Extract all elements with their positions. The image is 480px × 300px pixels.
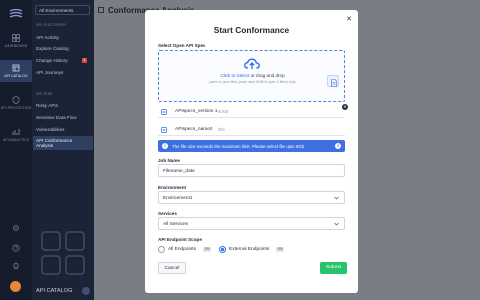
sidebar-footer-title: API CATALOG — [36, 288, 73, 294]
all-endpoints-radio[interactable] — [158, 246, 165, 253]
rail-item-dashboard[interactable]: DASHBOARD — [0, 34, 32, 48]
logo-icon — [9, 9, 23, 18]
environment-label: Environment — [158, 185, 187, 190]
scope-label: API Endpoint Scope — [158, 237, 202, 242]
file-item: APIspecs_name2 0kb — [158, 124, 345, 136]
rail-item-api-catalog[interactable]: API CATALOG — [0, 60, 32, 82]
file-browse-button[interactable] — [327, 75, 339, 87]
page-icon — [98, 7, 104, 13]
external-endpoints-radio[interactable] — [219, 246, 226, 253]
environment-dropdown-value: Environment1 — [163, 195, 193, 201]
all-endpoints-count: 200 — [203, 246, 212, 252]
dropzone-instructions: Click to Select or drag and drop — [159, 73, 346, 78]
sidebar-item-api-journeys[interactable]: API Journeys — [36, 70, 92, 75]
document-icon — [331, 79, 337, 87]
bell-icon[interactable] — [12, 262, 20, 270]
chevron-down-icon — [334, 196, 339, 200]
catalog-sidebar: All Environments API DISCOVERY API Activ… — [32, 0, 94, 300]
file-size-alert: i The file size exceeds the maximum limi… — [158, 140, 345, 152]
job-name-label: Job Name — [158, 158, 180, 163]
section-risk: API RISK — [36, 92, 53, 96]
rail-label: API ANALYTICS — [2, 138, 30, 142]
file-name: APIspecs_version 1 — [175, 109, 218, 114]
sidebar-item-change-history[interactable]: Change History 1 — [36, 58, 92, 63]
remove-file-icon[interactable]: ✕ — [342, 104, 348, 110]
start-conformance-modal: ✕ Start Conformance Select Open API Spec… — [145, 10, 358, 293]
file-icon — [161, 127, 167, 133]
section-discovery: API DISCOVERY — [36, 23, 67, 27]
info-icon: i — [162, 143, 168, 149]
external-endpoints-label: External Endpoints — [229, 246, 270, 252]
file-item: APIspecs_version 1 80KB ✕ — [158, 104, 348, 118]
rail-label: API PROTECTION — [0, 106, 32, 110]
sidebar-item-api-activity[interactable]: API Activity — [36, 35, 92, 40]
job-name-field[interactable]: Filename_date — [158, 164, 345, 177]
all-endpoints-label: All Endpoints — [168, 246, 196, 252]
sidebar-item-vulnerabilities[interactable]: Vulnerabilities — [36, 127, 92, 132]
job-name-value: Filename_date — [163, 168, 195, 174]
app-rail: DASHBOARD API CATALOG API PROTECTION API… — [0, 0, 32, 300]
environment-select[interactable]: All Environments — [35, 5, 90, 15]
sidebar-item-label: Change History — [36, 58, 68, 63]
sidebar-item-conformance[interactable]: API Conformance Analysis — [33, 136, 93, 150]
sidebar-item-explore-catalog[interactable]: Explore Catalog — [36, 46, 92, 51]
rail-label: DASHBOARD — [4, 44, 28, 48]
rail-item-api-analytics[interactable]: API ANALYTICS — [0, 128, 32, 142]
file-size: 0kb — [218, 127, 225, 132]
close-alert-icon[interactable]: ✕ — [335, 143, 341, 149]
dropzone-text: or drag and drop — [249, 73, 285, 78]
cloud-upload-icon — [244, 58, 260, 69]
avatar[interactable] — [10, 281, 21, 292]
scope-radio-group: All Endpoints 200 External Endpoints 200 — [158, 245, 345, 255]
rail-item-api-protection[interactable]: API PROTECTION — [0, 96, 32, 110]
click-to-select-link[interactable]: Click to Select — [220, 73, 249, 78]
submit-button[interactable]: Submit — [320, 262, 347, 274]
sidebar-item-risky-apis[interactable]: Risky APIs — [36, 103, 92, 108]
services-dropdown[interactable]: All Services — [158, 217, 345, 230]
file-name: APIspecs_name2 — [175, 127, 213, 132]
analytics-icon — [12, 129, 20, 135]
file-dropzone[interactable]: Click to Select or drag and drop yaml or… — [158, 50, 345, 102]
catalog-icon — [12, 64, 20, 72]
modal-title: Start Conformance — [213, 25, 290, 35]
settings-icon[interactable] — [12, 224, 20, 232]
cancel-button[interactable]: Cancel — [158, 262, 186, 274]
spec-label: Select Open API Spec — [158, 43, 206, 48]
sidebar-item-sensitive-data-flow[interactable]: Sensitive Data Flow — [36, 115, 92, 120]
services-dropdown-value: All Services — [163, 221, 189, 227]
file-icon — [161, 109, 167, 115]
dropzone-hint: yaml or json files (max size 5GB & upto … — [209, 80, 296, 84]
close-icon[interactable]: ✕ — [346, 15, 352, 23]
environment-value: All Environments — [39, 8, 74, 13]
decorative-grid-icon — [41, 231, 85, 275]
rail-label: API CATALOG — [4, 74, 28, 78]
environment-dropdown[interactable]: Environment1 — [158, 191, 345, 204]
external-endpoints-count: 200 — [276, 246, 285, 252]
file-size: 80KB — [218, 109, 229, 114]
collapse-button[interactable] — [82, 287, 90, 295]
chevron-down-icon — [334, 222, 339, 226]
shield-icon — [12, 96, 20, 104]
services-label: Services — [158, 211, 177, 216]
alert-text: The file size exceeds the maximum limit.… — [172, 143, 305, 149]
change-badge: 1 — [82, 58, 87, 63]
help-icon[interactable] — [12, 244, 20, 252]
dashboard-icon — [12, 34, 20, 42]
